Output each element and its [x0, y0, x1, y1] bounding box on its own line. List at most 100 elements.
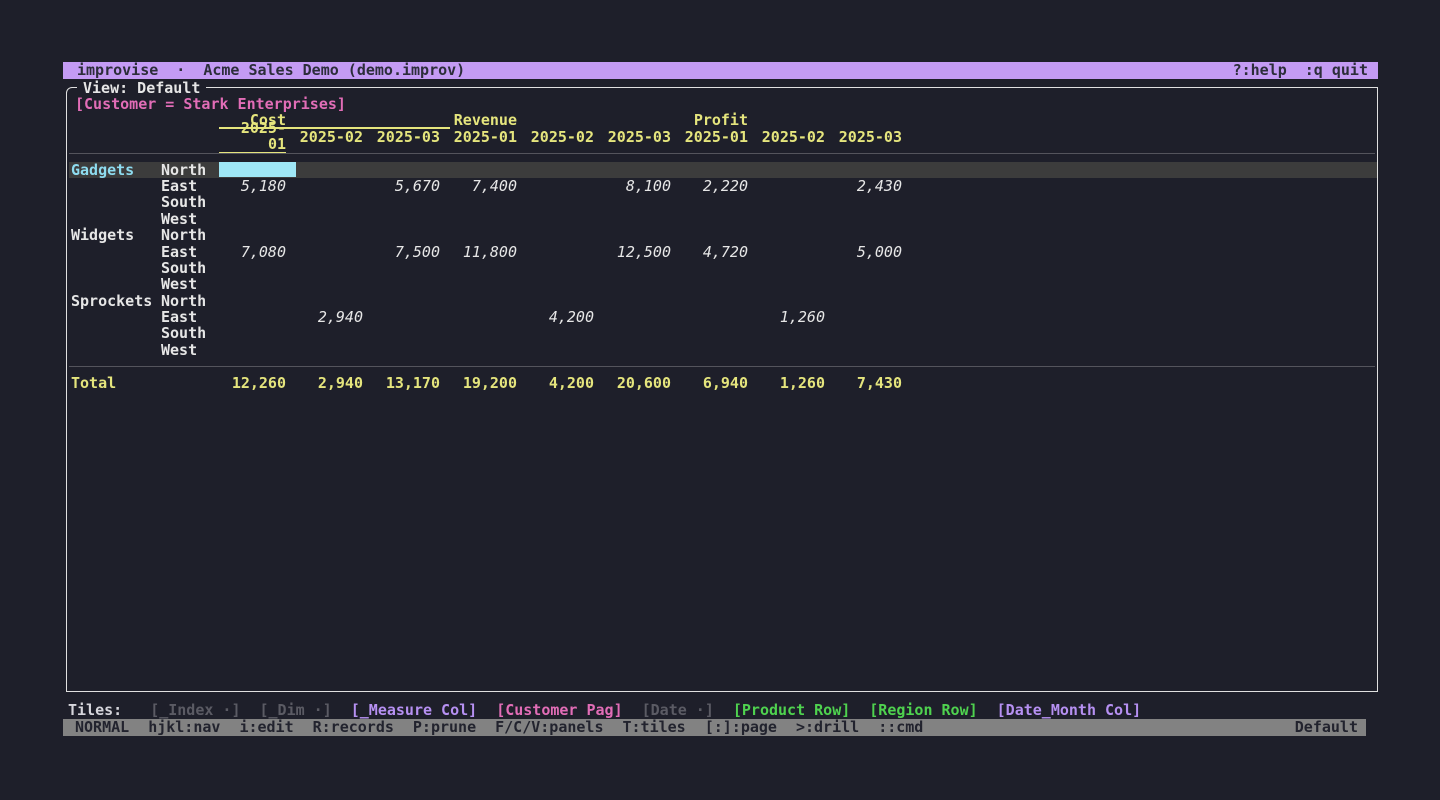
region-label[interactable]: South: [161, 194, 219, 210]
data-cell[interactable]: 5,000: [835, 244, 912, 260]
hint: hjkl:nav: [148, 719, 220, 736]
data-cell[interactable]: 2,940: [296, 309, 373, 325]
table-row[interactable]: East5,180 5,6707,400 8,1002,220 2,430: [69, 178, 1377, 194]
region-label[interactable]: North: [161, 293, 219, 309]
region-label[interactable]: East: [161, 309, 219, 325]
hint: P:prune: [413, 719, 476, 736]
titlebar: improvise · Acme Sales Demo (demo.improv…: [63, 62, 1378, 79]
table-row[interactable]: West: [69, 276, 1377, 292]
tile-index[interactable]: [_Index ·]: [150, 701, 240, 719]
tiles-bar: Tiles: [_Index ·][_Dim ·][_Measure Col][…: [63, 702, 1378, 719]
data-cell[interactable]: 4,200: [527, 309, 604, 325]
current-view-name: Default: [1295, 719, 1358, 736]
total-cell: 20,600: [604, 375, 681, 391]
table-row[interactable]: South: [69, 325, 1377, 341]
data-cell[interactable]: 7,080: [219, 244, 296, 260]
quit-hint: :q quit: [1305, 62, 1368, 79]
total-label: Total: [69, 375, 161, 391]
document-title: Acme Sales Demo (demo.improv): [203, 62, 465, 79]
pivot-table-body: GadgetsNorthEast5,1805,6707,4008,1002,22…: [69, 162, 1377, 359]
col-header-cost-2025-02[interactable]: 2025-02: [296, 129, 373, 145]
tiles-items: [_Index ·] [_Dim ·] [_Measure Col] [Custome…: [150, 702, 1160, 719]
hint: T:tiles: [623, 719, 686, 736]
total-cell: 6,940: [681, 375, 758, 391]
tile-date[interactable]: [Date ·]: [642, 701, 714, 719]
col-header-revenue-2025-01[interactable]: 2025-01: [450, 129, 527, 145]
region-label[interactable]: West: [161, 342, 219, 358]
keybinding-hints: hjkl:nav i:edit R:records P:prune F/C/V:pane…: [148, 719, 923, 736]
tile-dim[interactable]: [_Dim ·]: [260, 701, 332, 719]
table-row[interactable]: West: [69, 211, 1377, 227]
hint: R:records: [313, 719, 394, 736]
region-label[interactable]: North: [161, 162, 219, 178]
status-bar: NORMAL hjkl:navi:editR:recordsP:pruneF/C…: [63, 719, 1366, 736]
product-label[interactable]: Sprockets: [69, 293, 161, 309]
region-label[interactable]: South: [161, 325, 219, 341]
data-cell[interactable]: 7,500: [373, 244, 450, 260]
data-cell[interactable]: 7,400: [450, 178, 527, 194]
data-cell[interactable]: 5,180: [219, 178, 296, 194]
total-cell: 2,940: [296, 375, 373, 391]
view-title: View: Default: [77, 79, 206, 97]
table-row[interactable]: East 2,940 4,200 1,260: [69, 309, 1377, 325]
header-separator: [69, 145, 1377, 161]
total-row: Total 12,2602,94013,17019,2004,20020,600…: [69, 375, 1377, 391]
view-panel: View: Default [Customer = Stark Enterpri…: [66, 87, 1378, 692]
product-label[interactable]: Gadgets: [69, 162, 161, 178]
terminal-window: improvise · Acme Sales Demo (demo.improv…: [63, 62, 1378, 736]
tile-customer-pag[interactable]: [Customer Pag]: [496, 701, 622, 719]
col-header-profit-2025-03[interactable]: 2025-03: [835, 129, 912, 145]
region-label[interactable]: East: [161, 178, 219, 194]
hint: i:edit: [239, 719, 293, 736]
col-header-profit-2025-01[interactable]: 2025-01: [681, 129, 758, 145]
table-row[interactable]: South: [69, 260, 1377, 276]
data-cell[interactable]: 5,670: [373, 178, 450, 194]
col-header-cost-2025-03[interactable]: 2025-03: [373, 129, 450, 145]
data-cell[interactable]: 2,220: [681, 178, 758, 194]
filter-chip[interactable]: [Customer = Stark Enterprises]: [69, 96, 1377, 112]
region-label[interactable]: South: [161, 260, 219, 276]
col-header-profit-2025-02[interactable]: 2025-02: [758, 129, 835, 145]
col-header-revenue-2025-02[interactable]: 2025-02: [527, 129, 604, 145]
region-label[interactable]: West: [161, 211, 219, 227]
tile-product-row[interactable]: [Product Row]: [733, 701, 850, 719]
help-hint: ?:help: [1233, 62, 1287, 79]
data-cell[interactable]: 2,430: [835, 178, 912, 194]
product-label[interactable]: Widgets: [69, 227, 161, 243]
group-header-profit[interactable]: Profit: [681, 112, 758, 128]
hint: >:drill: [796, 719, 859, 736]
data-cell[interactable]: 11,800: [450, 244, 527, 260]
hint: [:]:page: [705, 719, 777, 736]
group-header-revenue[interactable]: Revenue: [450, 112, 527, 128]
app-name: improvise: [77, 62, 158, 79]
total-cell: 7,430: [835, 375, 912, 391]
region-label[interactable]: North: [161, 227, 219, 243]
data-cell[interactable]: 8,100: [604, 178, 681, 194]
total-cell: 19,200: [450, 375, 527, 391]
month-header-row: 2025-012025-022025-032025-012025-022025-…: [69, 129, 1377, 145]
col-header-revenue-2025-03[interactable]: 2025-03: [604, 129, 681, 145]
data-cell[interactable]: 12,500: [604, 244, 681, 260]
table-row[interactable]: WidgetsNorth: [69, 227, 1377, 243]
tile-date-month-col[interactable]: [Date_Month Col]: [997, 701, 1142, 719]
table-row[interactable]: West: [69, 342, 1377, 358]
total-separator: [69, 358, 1377, 374]
total-cell: 1,260: [758, 375, 835, 391]
hint: F/C/V:panels: [495, 719, 603, 736]
data-cell[interactable]: 1,260: [758, 309, 835, 325]
tiles-label: Tiles:: [68, 702, 122, 719]
region-label[interactable]: East: [161, 244, 219, 260]
total-cell: 4,200: [527, 375, 604, 391]
table-row[interactable]: South: [69, 194, 1377, 210]
total-cell: 12,260: [219, 375, 296, 391]
table-row[interactable]: GadgetsNorth: [69, 162, 1377, 178]
region-label[interactable]: West: [161, 276, 219, 292]
tile-measure-col[interactable]: [_Measure Col]: [351, 701, 477, 719]
cell-cursor[interactable]: [219, 162, 296, 177]
hint: ::cmd: [878, 719, 923, 736]
table-row[interactable]: SprocketsNorth: [69, 293, 1377, 309]
table-row[interactable]: East7,080 7,50011,800 12,5004,720 5,000: [69, 244, 1377, 260]
tile-region-row[interactable]: [Region Row]: [869, 701, 977, 719]
data-cell[interactable]: 4,720: [681, 244, 758, 260]
total-cell: 13,170: [373, 375, 450, 391]
